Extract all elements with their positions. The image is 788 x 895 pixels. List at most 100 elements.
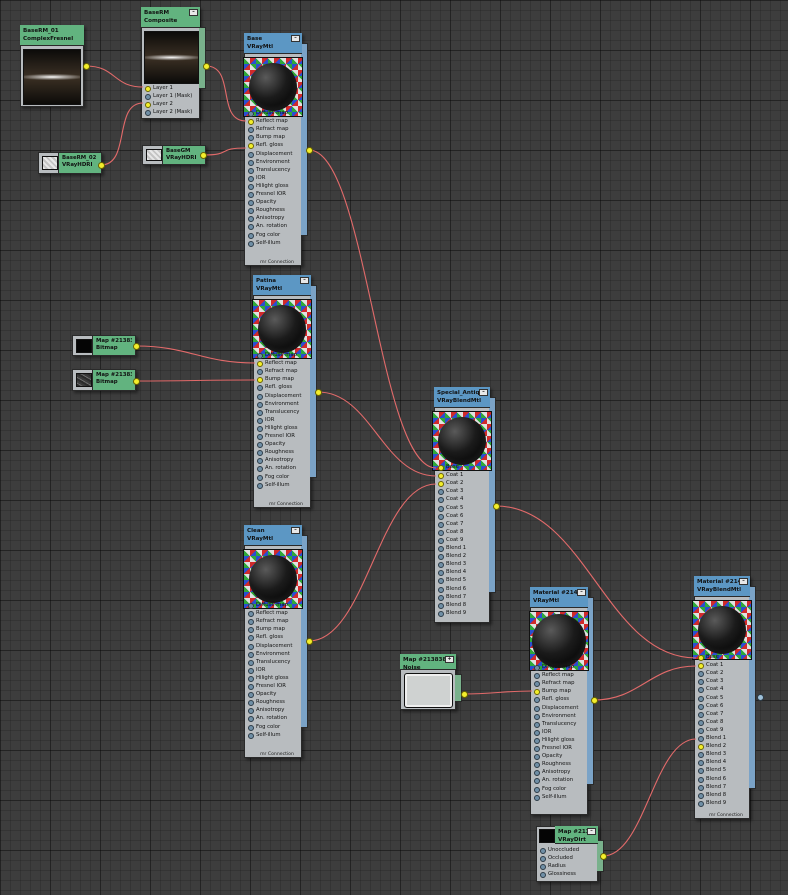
socket-dot[interactable] bbox=[438, 505, 444, 512]
input-socket[interactable]: Coat 8 bbox=[437, 528, 495, 536]
input-socket[interactable]: Layer 1 (Mask) bbox=[144, 92, 205, 101]
socket-dot[interactable] bbox=[698, 719, 704, 726]
input-socket[interactable]: Hilight gloss bbox=[247, 182, 307, 190]
socket-dot[interactable] bbox=[257, 425, 263, 432]
input-socket[interactable]: Coat 7 bbox=[697, 710, 755, 718]
input-socket[interactable]: Translucency bbox=[256, 408, 316, 416]
input-socket[interactable]: Unoccluded bbox=[539, 846, 603, 854]
socket-dot[interactable] bbox=[698, 671, 704, 678]
socket-dot[interactable] bbox=[248, 708, 254, 715]
output-socket[interactable] bbox=[133, 343, 140, 350]
input-socket[interactable]: Opacity bbox=[256, 440, 316, 449]
socket-dot[interactable] bbox=[248, 643, 254, 650]
socket-dot[interactable] bbox=[248, 732, 254, 739]
socket-dot[interactable] bbox=[698, 792, 704, 799]
input-socket[interactable]: Glossiness bbox=[539, 870, 603, 879]
socket-dot[interactable] bbox=[534, 713, 540, 720]
output-socket[interactable] bbox=[493, 503, 500, 510]
socket-dot[interactable] bbox=[698, 687, 704, 694]
socket-dot[interactable] bbox=[257, 434, 263, 440]
input-socket[interactable]: Environment bbox=[247, 158, 307, 166]
socket-dot[interactable] bbox=[698, 784, 704, 791]
input-socket[interactable]: Layer 1 bbox=[144, 84, 205, 92]
input-socket[interactable]: Displacement bbox=[247, 642, 307, 650]
wire-hdri-to-composite-layer2[interactable] bbox=[100, 102, 144, 166]
input-socket[interactable]: Refl. gloss bbox=[247, 633, 307, 642]
input-socket[interactable]: Reflect map bbox=[533, 671, 593, 680]
input-socket[interactable]: Fresnel IOR bbox=[533, 744, 593, 752]
output-socket[interactable] bbox=[306, 638, 313, 645]
node-blend-2[interactable]: Material #21421... VRayBlendMtl – Base Co… bbox=[692, 576, 758, 819]
node-header[interactable]: Material #21421... VRayBlendMtl – bbox=[694, 576, 750, 597]
socket-dot[interactable] bbox=[698, 679, 704, 686]
socket-dot[interactable] bbox=[534, 665, 540, 671]
socket-dot[interactable] bbox=[438, 465, 444, 471]
input-socket[interactable]: Blend 2 bbox=[437, 552, 495, 561]
socket-dot[interactable] bbox=[698, 695, 704, 702]
input-socket[interactable]: Coat 1 bbox=[697, 661, 755, 670]
socket-dot[interactable] bbox=[257, 466, 263, 473]
node-header[interactable]: BaseGM VRayHDRI bbox=[162, 146, 205, 164]
socket-dot[interactable] bbox=[534, 697, 540, 704]
socket-dot[interactable] bbox=[248, 232, 254, 239]
input-socket[interactable]: Coat 9 bbox=[437, 536, 495, 544]
input-socket[interactable]: Blend 9 bbox=[697, 799, 755, 807]
input-socket[interactable]: Opacity bbox=[533, 752, 593, 761]
socket-dot[interactable] bbox=[248, 143, 254, 150]
socket-dot[interactable] bbox=[698, 768, 704, 775]
input-socket[interactable]: Blend 1 bbox=[437, 544, 495, 552]
input-socket[interactable]: Displacement bbox=[256, 392, 316, 400]
socket-dot[interactable] bbox=[248, 151, 254, 158]
node-header[interactable]: Patina VRayMtl – bbox=[253, 275, 311, 296]
input-socket[interactable]: Self-illum bbox=[247, 731, 307, 739]
socket-dot[interactable] bbox=[698, 760, 704, 767]
wire-patina-to-blend1-coat1[interactable] bbox=[317, 391, 437, 477]
socket-dot[interactable] bbox=[698, 655, 704, 661]
input-socket[interactable]: Coat 9 bbox=[697, 726, 755, 734]
socket-dot[interactable] bbox=[248, 675, 254, 682]
socket-dot[interactable] bbox=[438, 562, 444, 569]
wire-fresnel-to-composite-layer1[interactable] bbox=[85, 65, 144, 88]
socket-dot[interactable] bbox=[257, 409, 263, 416]
wire-clean-to-blend1-coat2[interactable] bbox=[308, 483, 437, 642]
socket-dot[interactable] bbox=[248, 119, 254, 126]
socket-dot[interactable] bbox=[534, 737, 540, 744]
output-socket[interactable] bbox=[133, 378, 140, 385]
socket-dot[interactable] bbox=[438, 602, 444, 609]
input-socket[interactable]: Anisotropy bbox=[256, 456, 316, 465]
socket-dot[interactable] bbox=[540, 864, 546, 871]
input-socket[interactable]: Coat 1 bbox=[437, 471, 495, 480]
socket-dot[interactable] bbox=[698, 711, 704, 718]
minus-icon[interactable]: – bbox=[291, 35, 300, 42]
node-header[interactable]: BaseRM Composite – bbox=[141, 7, 200, 28]
node-header[interactable]: Clean VRayMtl – bbox=[244, 525, 302, 546]
input-socket[interactable]: Diffuse map bbox=[256, 351, 316, 359]
input-socket[interactable]: Coat 2 bbox=[437, 479, 495, 488]
input-socket[interactable]: Layer 2 (Mask) bbox=[144, 108, 205, 117]
input-socket[interactable]: Radius bbox=[539, 862, 603, 871]
output-socket[interactable] bbox=[83, 63, 90, 70]
input-socket[interactable]: Coat 4 bbox=[437, 495, 495, 504]
input-socket[interactable]: An. rotation bbox=[247, 222, 307, 231]
input-socket[interactable]: Base bbox=[437, 463, 495, 471]
socket-dot[interactable] bbox=[248, 684, 254, 690]
input-socket[interactable]: Coat 8 bbox=[697, 718, 755, 726]
input-socket[interactable]: Fog color bbox=[247, 723, 307, 731]
socket-dot[interactable] bbox=[248, 700, 254, 707]
minus-icon[interactable]: – bbox=[291, 527, 300, 534]
node-header[interactable]: Base VRayMtl – bbox=[244, 33, 302, 54]
socket-dot[interactable] bbox=[438, 513, 444, 520]
socket-dot[interactable] bbox=[257, 442, 263, 449]
input-socket[interactable]: Fog color bbox=[533, 785, 593, 793]
socket-dot[interactable] bbox=[698, 703, 704, 710]
input-socket[interactable]: Refract map bbox=[256, 367, 316, 376]
socket-dot[interactable] bbox=[438, 521, 444, 528]
input-socket[interactable]: Blend 9 bbox=[437, 609, 495, 617]
socket-dot[interactable] bbox=[438, 537, 444, 544]
input-socket[interactable]: Blend 3 bbox=[437, 560, 495, 569]
socket-dot[interactable] bbox=[248, 635, 254, 642]
input-socket[interactable]: Coat 6 bbox=[697, 702, 755, 710]
input-socket[interactable]: IOR bbox=[247, 174, 307, 182]
node-header[interactable]: Material #21421... VRayMtl – bbox=[530, 587, 588, 608]
input-socket[interactable]: Bump map bbox=[247, 625, 307, 634]
